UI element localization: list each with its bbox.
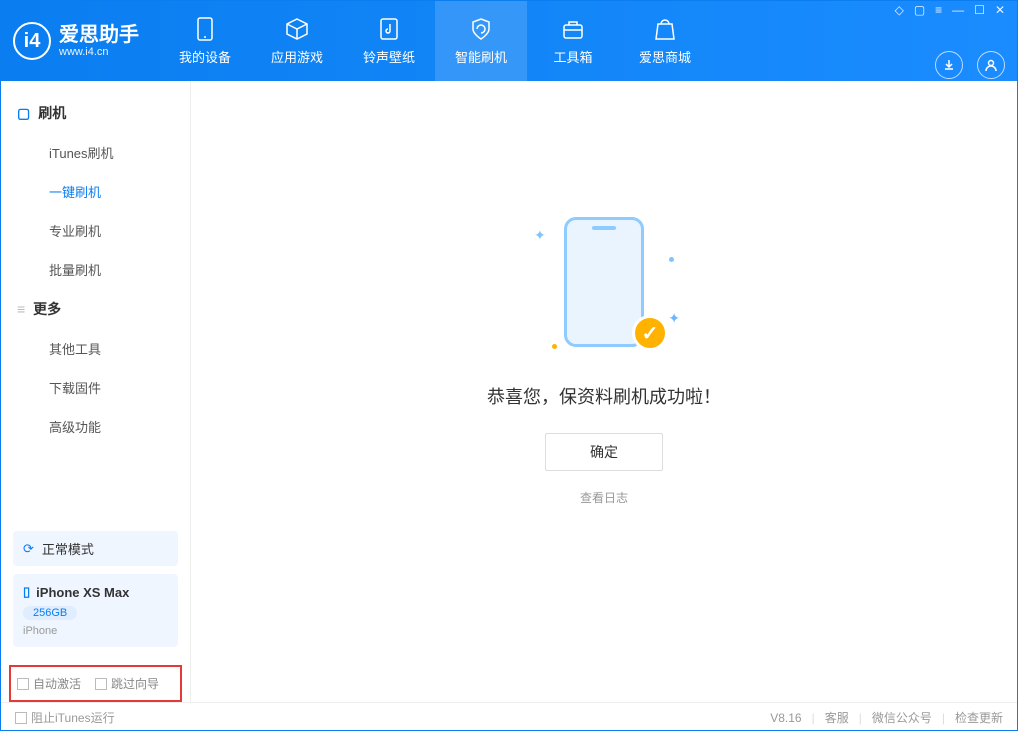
tab-label: 应用游戏 bbox=[271, 47, 323, 66]
checkbox-icon bbox=[95, 678, 107, 690]
checkbox-label: 阻止iTunes运行 bbox=[31, 709, 115, 726]
checkmark-badge-icon: ✓ bbox=[632, 315, 668, 351]
check-update-link[interactable]: 检查更新 bbox=[955, 709, 1003, 726]
sparkle-icon: ✦ bbox=[534, 227, 546, 244]
tab-apps-games[interactable]: 应用游戏 bbox=[251, 1, 343, 81]
bag-icon bbox=[653, 17, 677, 41]
separator: | bbox=[859, 711, 862, 725]
app-header: i4 爱思助手 www.i4.cn 我的设备 应用游戏 铃声壁纸 智能刷机 工具… bbox=[1, 1, 1017, 81]
logo-area: i4 爱思助手 www.i4.cn bbox=[13, 22, 139, 60]
device-type-label: iPhone bbox=[23, 625, 168, 637]
dot-icon bbox=[669, 257, 674, 262]
logo-icon: i4 bbox=[13, 22, 51, 60]
checkbox-label: 自动激活 bbox=[33, 675, 81, 692]
tab-label: 铃声壁纸 bbox=[363, 47, 415, 66]
tab-toolbox[interactable]: 工具箱 bbox=[527, 1, 619, 81]
sidebar-item-download-firmware[interactable]: 下载固件 bbox=[1, 368, 190, 407]
maximize-button[interactable]: ☐ bbox=[974, 3, 985, 17]
view-log-link[interactable]: 查看日志 bbox=[580, 489, 628, 506]
checkbox-auto-activate[interactable]: 自动激活 bbox=[17, 675, 81, 692]
list-icon: ≡ bbox=[17, 301, 25, 317]
sidebar-group-flash: ▢ 刷机 bbox=[1, 93, 190, 133]
checkbox-skip-guide[interactable]: 跳过向导 bbox=[95, 675, 159, 692]
phone-icon bbox=[193, 17, 217, 41]
wechat-link[interactable]: 微信公众号 bbox=[872, 709, 932, 726]
ok-button[interactable]: 确定 bbox=[545, 433, 663, 471]
tab-label: 工具箱 bbox=[553, 47, 592, 66]
mode-card[interactable]: ⟳ 正常模式 bbox=[13, 531, 178, 566]
device-card[interactable]: ▯ iPhone XS Max 256GB iPhone bbox=[13, 574, 178, 647]
success-message: 恭喜您，保资料刷机成功啦！ bbox=[487, 383, 721, 409]
highlighted-checkbox-row: 自动激活 跳过向导 bbox=[9, 665, 182, 702]
tab-label: 爱思商城 bbox=[639, 47, 691, 66]
toolbox-icon bbox=[561, 17, 585, 41]
separator: | bbox=[942, 711, 945, 725]
user-button[interactable] bbox=[977, 51, 1005, 79]
minimize-button[interactable]: — bbox=[952, 3, 964, 17]
sparkle-icon: ✦ bbox=[668, 310, 680, 327]
window-controls: ◇ ▢ ≡ — ☐ ✕ bbox=[895, 3, 1005, 17]
sidebar-item-itunes-flash[interactable]: iTunes刷机 bbox=[1, 133, 190, 172]
tab-ringtones[interactable]: 铃声壁纸 bbox=[343, 1, 435, 81]
phone-small-icon: ▯ bbox=[23, 584, 30, 600]
close-button[interactable]: ✕ bbox=[995, 3, 1005, 17]
sidebar-item-pro-flash[interactable]: 专业刷机 bbox=[1, 211, 190, 250]
skin-icon[interactable]: ◇ bbox=[895, 3, 904, 17]
tab-flash[interactable]: 智能刷机 bbox=[435, 1, 527, 81]
success-illustration: ✦ ✦ ✓ bbox=[534, 217, 674, 357]
cube-icon bbox=[285, 17, 309, 41]
shield-refresh-icon bbox=[469, 17, 493, 41]
status-bar: 阻止iTunes运行 V8.16 | 客服 | 微信公众号 | 检查更新 bbox=[1, 702, 1017, 732]
tab-store[interactable]: 爱思商城 bbox=[619, 1, 711, 81]
download-button[interactable] bbox=[935, 51, 963, 79]
sidebar-item-other-tools[interactable]: 其他工具 bbox=[1, 329, 190, 368]
tab-label: 我的设备 bbox=[179, 47, 231, 66]
support-link[interactable]: 客服 bbox=[825, 709, 849, 726]
nav-tabs: 我的设备 应用游戏 铃声壁纸 智能刷机 工具箱 爱思商城 bbox=[159, 1, 711, 81]
checkbox-icon bbox=[15, 712, 27, 724]
app-url: www.i4.cn bbox=[59, 46, 139, 58]
device-small-icon: ▢ bbox=[17, 105, 30, 122]
sidebar-group-more: ≡ 更多 bbox=[1, 289, 190, 329]
refresh-icon: ⟳ bbox=[23, 541, 34, 557]
tab-label: 智能刷机 bbox=[455, 47, 507, 66]
sidebar-item-batch-flash[interactable]: 批量刷机 bbox=[1, 250, 190, 289]
sidebar-item-oneclick-flash[interactable]: 一键刷机 bbox=[1, 172, 190, 211]
sidebar-item-advanced[interactable]: 高级功能 bbox=[1, 407, 190, 446]
group-label: 更多 bbox=[33, 299, 61, 319]
mode-label: 正常模式 bbox=[42, 539, 94, 558]
separator: | bbox=[812, 711, 815, 725]
version-label: V8.16 bbox=[770, 711, 801, 725]
device-name-label: iPhone XS Max bbox=[36, 585, 129, 600]
dot-icon bbox=[552, 344, 557, 349]
storage-badge: 256GB bbox=[23, 606, 77, 620]
group-label: 刷机 bbox=[38, 103, 66, 123]
sidebar: ▢ 刷机 iTunes刷机 一键刷机 专业刷机 批量刷机 ≡ 更多 其他工具 下… bbox=[1, 81, 191, 702]
app-title: 爱思助手 bbox=[59, 24, 139, 46]
menu-icon[interactable]: ≡ bbox=[935, 3, 942, 17]
feedback-icon[interactable]: ▢ bbox=[914, 3, 925, 17]
checkbox-icon bbox=[17, 678, 29, 690]
tab-my-device[interactable]: 我的设备 bbox=[159, 1, 251, 81]
main-content: ✦ ✦ ✓ 恭喜您，保资料刷机成功啦！ 确定 查看日志 bbox=[191, 81, 1017, 702]
checkbox-label: 跳过向导 bbox=[111, 675, 159, 692]
music-file-icon bbox=[377, 17, 401, 41]
checkbox-block-itunes[interactable]: 阻止iTunes运行 bbox=[15, 709, 115, 726]
